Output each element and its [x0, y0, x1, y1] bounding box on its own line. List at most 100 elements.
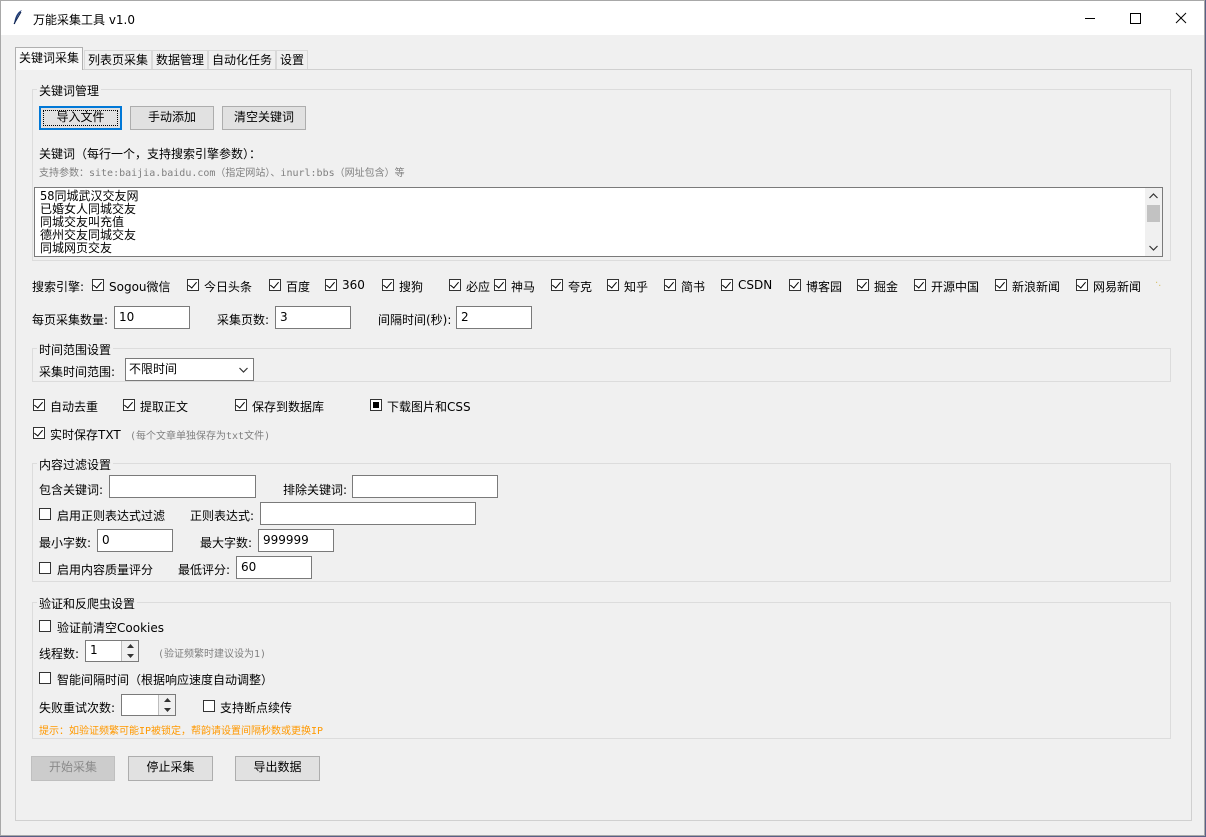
threads-value: 1 — [90, 643, 98, 657]
clear-cookies-checkbox[interactable] — [39, 620, 51, 632]
save-db-label: 保存到数据库 — [252, 400, 325, 414]
save-db-checkbox[interactable] — [235, 399, 247, 411]
engine-checkbox[interactable] — [382, 279, 394, 291]
engine-checkbox[interactable] — [269, 279, 281, 291]
engine-checkbox[interactable] — [551, 279, 563, 291]
dedupe-checkbox[interactable] — [33, 399, 45, 411]
engine-checkbox[interactable] — [92, 279, 104, 291]
spin-up-button[interactable] — [121, 641, 138, 651]
minimize-button[interactable] — [1067, 1, 1113, 35]
scroll-down-icon[interactable] — [1149, 245, 1158, 251]
interval-input[interactable]: 2 — [456, 306, 532, 329]
max-chars-input[interactable]: 999999 — [258, 529, 334, 552]
engine-label: 360 — [342, 278, 365, 292]
regex-enable-label: 启用正则表达式过滤 — [57, 509, 166, 523]
caret-down-icon — [164, 708, 171, 712]
time-range-value: 不限时间 — [129, 362, 178, 376]
clear-keywords-button[interactable]: 清空关键词 — [222, 106, 306, 130]
content-filter-title: 内容过滤设置 — [37, 456, 114, 473]
engine-checkbox[interactable] — [664, 279, 676, 291]
tab-settings[interactable]: 设置 — [276, 50, 308, 69]
engine-checkbox[interactable] — [789, 279, 801, 291]
title-bar: 万能采集工具 v1.0 — [1, 1, 1204, 35]
extract-body-checkbox[interactable] — [123, 399, 135, 411]
per-page-input[interactable]: 10 — [114, 306, 190, 329]
keywords-scrollbar[interactable] — [1145, 188, 1162, 256]
engines-label: 搜索引擎: — [32, 280, 85, 294]
quality-enable-checkbox[interactable] — [39, 562, 51, 574]
feather-icon — [12, 9, 24, 28]
engine-label: 知乎 — [624, 280, 649, 294]
download-assets-label: 下载图片和CSS — [387, 400, 471, 414]
engine-checkbox[interactable] — [449, 279, 461, 291]
max-chars-label: 最大字数: — [200, 536, 253, 550]
export-data-button[interactable]: 导出数据 — [235, 756, 320, 781]
engine-label: 百度 — [286, 280, 311, 294]
tab-automation[interactable]: 自动化任务 — [208, 50, 276, 69]
time-range-select[interactable]: 不限时间 — [125, 358, 254, 381]
tab-data-manage[interactable]: 数据管理 — [152, 50, 208, 69]
manual-add-button[interactable]: 手动添加 — [130, 106, 214, 130]
retries-label: 失败重试次数: — [39, 701, 116, 715]
min-score-input[interactable]: 60 — [236, 556, 312, 579]
engine-label: 搜狗 — [399, 280, 424, 294]
spin-down-button[interactable] — [158, 705, 175, 715]
clear-cookies-label: 验证前清空Cookies — [57, 621, 164, 635]
engine-checkbox[interactable] — [607, 279, 619, 291]
engine-checkbox[interactable] — [857, 279, 869, 291]
regex-enable-checkbox[interactable] — [39, 508, 51, 520]
threads-label: 线程数: — [39, 647, 80, 661]
overflow-indicator: ·. — [1155, 278, 1162, 289]
tab-keyword-collect[interactable]: 关键词采集 — [15, 47, 83, 70]
retries-spinbox[interactable] — [121, 694, 176, 716]
spin-up-button[interactable] — [158, 695, 175, 705]
focus-ring — [43, 110, 118, 126]
min-chars-input[interactable]: 0 — [97, 529, 173, 552]
engine-label: 今日头条 — [204, 280, 253, 294]
engine-checkbox[interactable] — [995, 279, 1007, 291]
smart-interval-checkbox[interactable] — [39, 672, 51, 684]
engine-label: 掘金 — [874, 280, 899, 294]
include-keywords-input[interactable] — [109, 475, 256, 498]
start-collect-button[interactable]: 开始采集 — [31, 756, 115, 781]
scroll-thumb[interactable] — [1147, 205, 1160, 222]
resume-label: 支持断点续传 — [220, 701, 293, 715]
import-file-button[interactable]: 导入文件 — [39, 106, 122, 130]
scroll-up-icon[interactable] — [1149, 193, 1158, 199]
engine-label: 神马 — [511, 280, 536, 294]
app-window: 万能采集工具 v1.0 关键词采集 列表页采集 数据管理 自动化任务 设置 关键… — [0, 0, 1205, 836]
caret-up-icon — [127, 644, 134, 648]
exclude-keywords-label: 排除关键词: — [283, 483, 348, 497]
resume-checkbox[interactable] — [203, 700, 215, 712]
smart-interval-label: 智能间隔时间（根据响应速度自动调整） — [57, 673, 274, 687]
engine-checkbox[interactable] — [914, 279, 926, 291]
engine-label: 必应 — [466, 280, 491, 294]
pages-input[interactable]: 3 — [275, 306, 351, 329]
threads-spinbox[interactable]: 1 — [85, 640, 139, 662]
engine-checkbox[interactable] — [721, 279, 733, 291]
engine-checkbox[interactable] — [187, 279, 199, 291]
threads-hint: (验证频繁时建议设为1) — [158, 649, 267, 660]
close-button[interactable] — [1158, 1, 1204, 35]
engine-checkbox[interactable] — [494, 279, 506, 291]
engine-checkbox[interactable] — [325, 279, 337, 291]
download-assets-checkbox[interactable] — [370, 399, 382, 411]
stop-collect-button[interactable]: 停止采集 — [128, 756, 213, 781]
chevron-down-icon — [239, 367, 248, 373]
keywords-textarea[interactable]: 58同城武汉交友网 已婚女人同城交友 同城交友叫充值 德州交友同城交友 同城网页… — [34, 187, 1163, 257]
spin-down-button[interactable] — [121, 651, 138, 661]
maximize-button[interactable] — [1112, 1, 1158, 35]
engine-label: 博客园 — [806, 280, 843, 294]
dedupe-label: 自动去重 — [50, 400, 99, 414]
anti-crawl-title: 验证和反爬虫设置 — [37, 595, 138, 612]
pages-label: 采集页数: — [217, 313, 270, 327]
tab-list-collect[interactable]: 列表页采集 — [84, 50, 152, 69]
engine-label: CSDN — [738, 278, 773, 292]
keywords-hint: 支持参数：site:baijia.baidu.com（指定网站）、inurl:b… — [39, 168, 405, 179]
exclude-keywords-input[interactable] — [352, 475, 498, 498]
save-txt-checkbox[interactable] — [33, 427, 45, 439]
window-title: 万能采集工具 v1.0 — [33, 13, 136, 27]
regex-input[interactable] — [260, 502, 476, 525]
caret-up-icon — [164, 698, 171, 702]
engine-checkbox[interactable] — [1076, 279, 1088, 291]
